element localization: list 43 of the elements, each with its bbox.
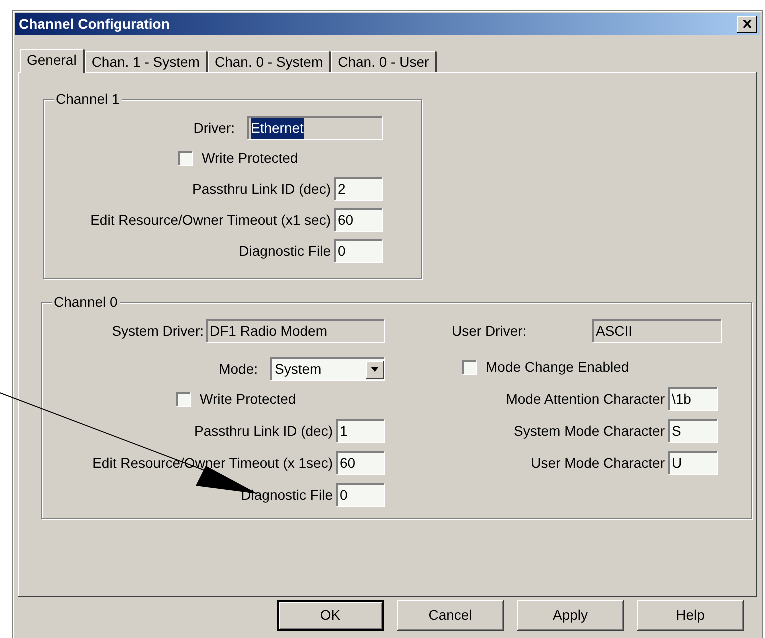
checkbox[interactable] bbox=[462, 360, 477, 375]
close-button[interactable] bbox=[737, 16, 757, 32]
dialog-button[interactable]: OK bbox=[277, 600, 384, 631]
tab[interactable]: Chan. 1 - System bbox=[84, 51, 208, 72]
dialog-button[interactable]: Help bbox=[637, 600, 744, 631]
dropdown-arrow-icon bbox=[371, 367, 379, 372]
checkbox[interactable] bbox=[176, 392, 191, 407]
field-label: Edit Resource/Owner Timeout (x1 sec) bbox=[90, 210, 331, 230]
field-label: System Driver: bbox=[112, 322, 204, 341]
field-label: Passthru Link ID (dec) bbox=[192, 180, 331, 199]
field-label: User Mode Character bbox=[531, 454, 665, 472]
input-field[interactable]: \1b bbox=[668, 387, 718, 411]
readonly-field: DF1 Radio Modem bbox=[206, 319, 385, 343]
checkbox-label: Write Protected bbox=[202, 149, 298, 168]
window-title: Channel Configuration bbox=[19, 14, 170, 34]
checkbox-label: Write Protected bbox=[200, 390, 296, 409]
field-label: System Mode Character bbox=[514, 422, 665, 441]
field-label: Diagnostic File bbox=[239, 242, 331, 261]
field-label: Mode Attention Character bbox=[506, 390, 665, 408]
dialog-button[interactable]: Apply bbox=[517, 600, 624, 631]
input-field[interactable]: 0 bbox=[336, 483, 385, 507]
input-field[interactable]: U bbox=[668, 451, 718, 475]
field-label: User Driver: bbox=[452, 322, 527, 340]
input-field[interactable]: 60 bbox=[334, 208, 383, 232]
readonly-field: ASCII bbox=[592, 319, 722, 343]
input-field[interactable]: 2 bbox=[334, 177, 383, 201]
input-field[interactable]: 1 bbox=[336, 419, 385, 443]
input-field[interactable]: 60 bbox=[336, 451, 385, 475]
close-icon bbox=[742, 20, 752, 28]
field-label: Mode: bbox=[219, 360, 258, 378]
input-field[interactable]: 0 bbox=[334, 239, 383, 263]
checkbox[interactable] bbox=[178, 151, 193, 166]
readonly-field: Ethernet bbox=[247, 116, 383, 140]
field-label: Passthru Link ID (dec) bbox=[194, 422, 333, 441]
tab[interactable]: Chan. 0 - User bbox=[331, 51, 438, 72]
field-label: Diagnostic File bbox=[241, 486, 333, 505]
mode-dropdown[interactable]: System bbox=[270, 357, 385, 381]
field-label: Driver: bbox=[194, 118, 235, 138]
checkbox-label: Mode Change Enabled bbox=[486, 358, 630, 377]
tab[interactable]: Chan. 0 - System bbox=[208, 51, 332, 72]
tab[interactable]: General bbox=[20, 49, 85, 73]
input-field[interactable]: S bbox=[668, 419, 718, 443]
dialog-button[interactable]: Cancel bbox=[397, 600, 504, 631]
